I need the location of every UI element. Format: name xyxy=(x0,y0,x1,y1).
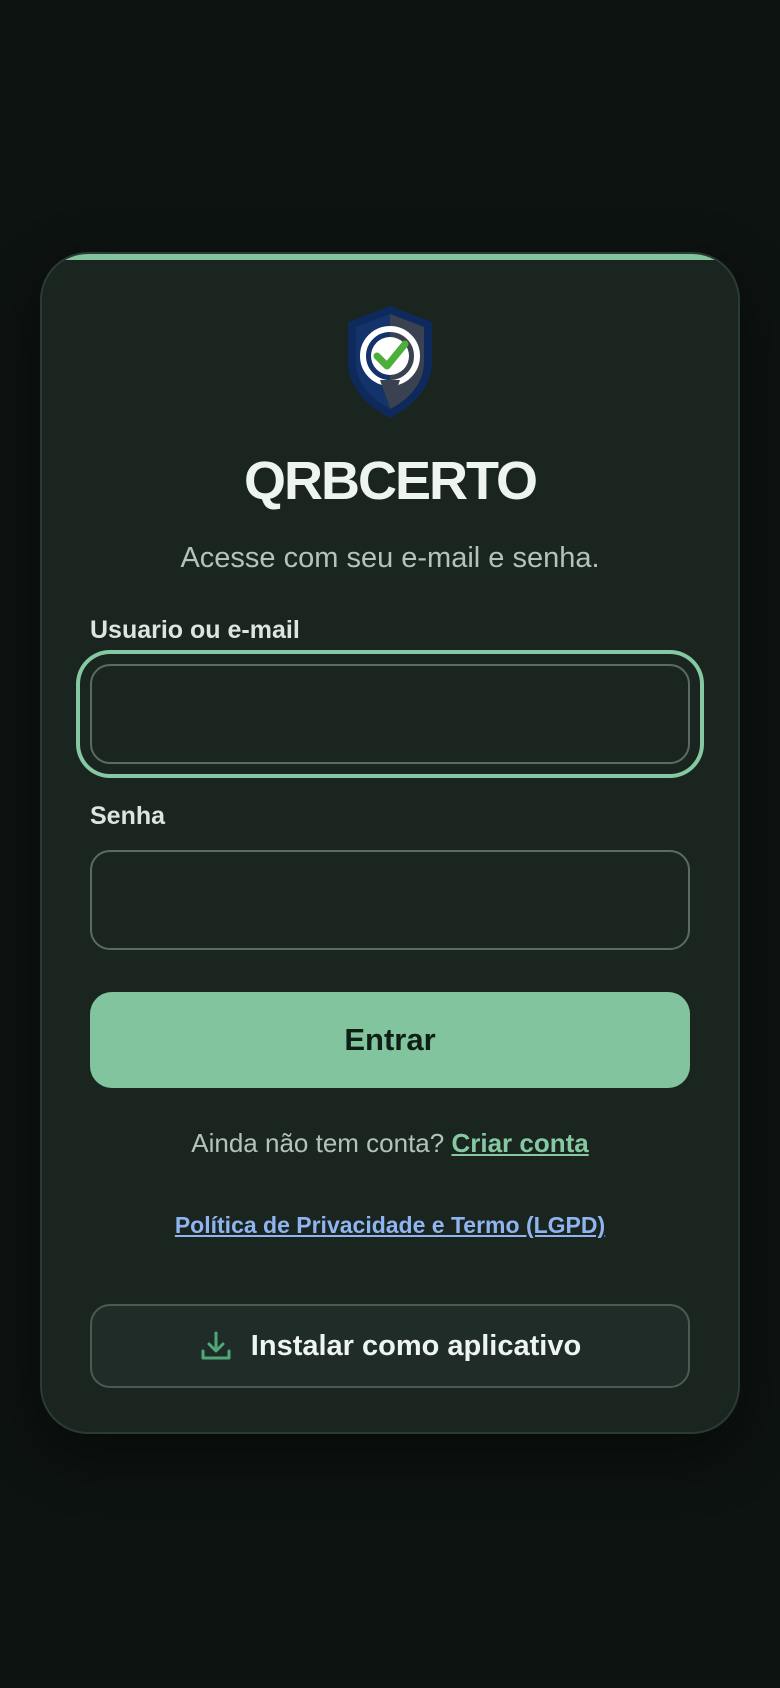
signup-prompt-text: Ainda não tem conta? xyxy=(191,1128,445,1158)
password-field-label: Senha xyxy=(90,802,166,830)
login-subtitle: Acesse com seu e-mail e senha. xyxy=(180,542,600,574)
install-app-button[interactable]: Instalar como aplicativo xyxy=(90,1304,690,1388)
password-input[interactable] xyxy=(92,852,688,948)
brand-name: QRBCERTO xyxy=(243,451,538,511)
create-account-link[interactable]: Criar conta xyxy=(451,1128,588,1158)
shield-check-logo-icon xyxy=(348,306,432,418)
password-field-container xyxy=(90,850,690,950)
privacy-policy-link[interactable]: Política de Privacidade e Termo (LGPD) xyxy=(42,1212,738,1239)
download-icon xyxy=(201,1331,231,1360)
user-field-container xyxy=(90,664,690,764)
signup-prompt-line: Ainda não tem conta? Criar conta xyxy=(42,1128,738,1159)
card-accent-bar xyxy=(42,254,738,260)
login-submit-button[interactable]: Entrar xyxy=(90,992,690,1088)
login-card: QRBCERTO Acesse com seu e-mail e senha. … xyxy=(40,252,740,1434)
install-app-label: Instalar como aplicativo xyxy=(250,1329,582,1362)
user-email-input[interactable] xyxy=(92,666,688,762)
user-field-label: Usuario ou e-mail xyxy=(90,616,300,644)
